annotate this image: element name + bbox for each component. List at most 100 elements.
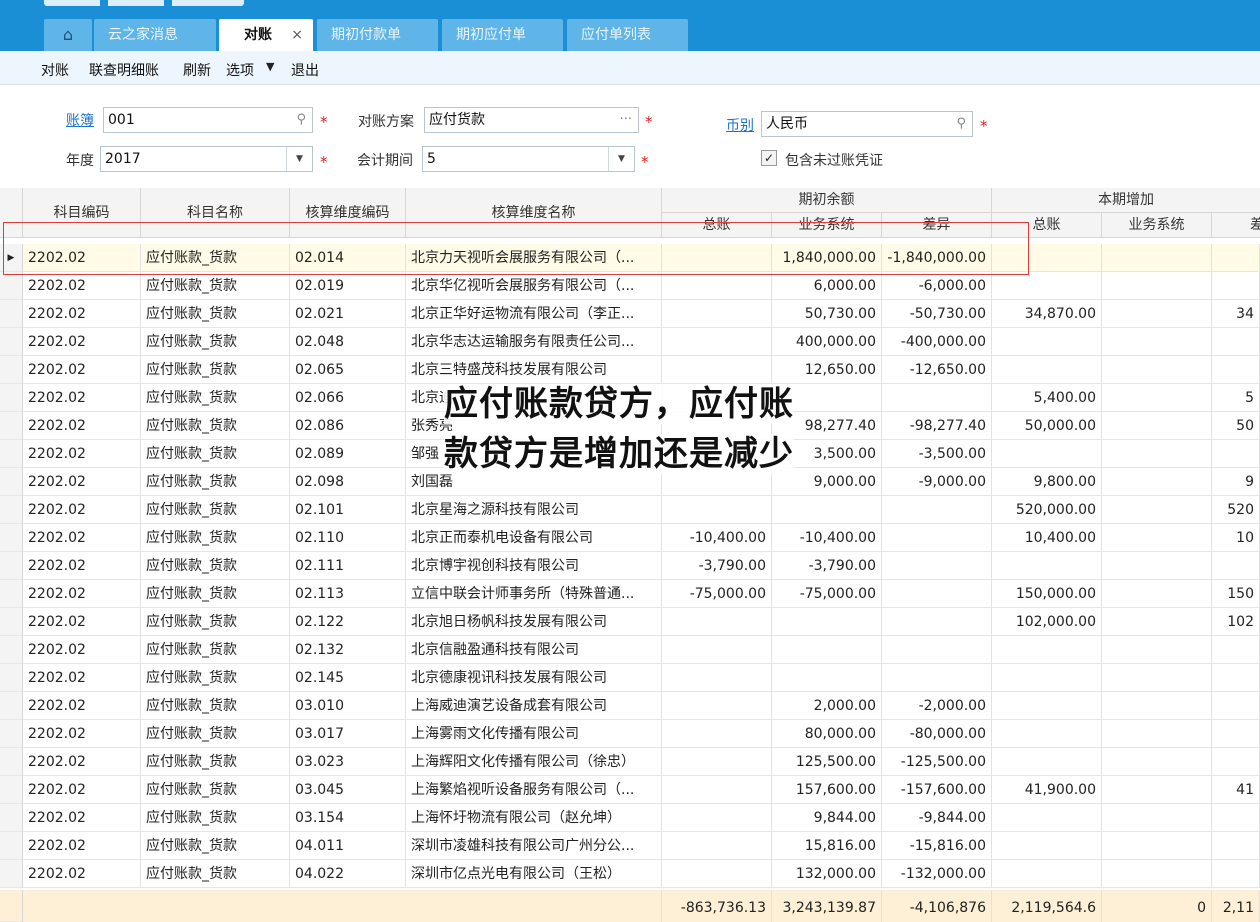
cell-opening-biz[interactable]: -75,000.00 [772, 580, 882, 608]
cell-increase-gl[interactable] [992, 440, 1102, 468]
cell-account-code[interactable]: 2202.02 [23, 720, 141, 748]
cell-account-code[interactable]: 2202.02 [23, 272, 141, 300]
table-row[interactable]: 2202.02 应付账款_货款 02.113 立信中联会计师事务所（特殊普通... -7… [0, 580, 1260, 608]
cell-account-code[interactable]: 2202.02 [23, 692, 141, 720]
cell-increase-diff[interactable]: 50 [1212, 412, 1260, 440]
cell-opening-gl[interactable] [662, 776, 772, 804]
cell-increase-gl[interactable]: 50,000.00 [992, 412, 1102, 440]
cell-account-code[interactable]: 2202.02 [23, 328, 141, 356]
cell-increase-diff[interactable] [1212, 552, 1260, 580]
row-indicator[interactable] [0, 524, 23, 552]
cell-opening-diff[interactable] [882, 580, 992, 608]
cell-account-name[interactable]: 应付账款_货款 [141, 748, 290, 776]
book-label[interactable]: 账簿 [66, 110, 94, 130]
row-indicator[interactable] [0, 860, 23, 888]
cell-opening-gl[interactable] [662, 748, 772, 776]
cell-dimension-code[interactable]: 03.023 [290, 748, 406, 776]
cell-account-name[interactable]: 应付账款_货款 [141, 692, 290, 720]
cell-increase-gl[interactable] [992, 804, 1102, 832]
cell-increase-gl[interactable] [992, 636, 1102, 664]
search-icon[interactable]: ⚲ [296, 108, 306, 132]
chevron-down-icon[interactable]: ▼ [286, 147, 312, 171]
cell-increase-diff[interactable] [1212, 636, 1260, 664]
cell-increase-gl[interactable] [992, 720, 1102, 748]
cell-dimension-name[interactable]: 上海雾雨文化传播有限公司 [406, 720, 662, 748]
cell-increase-biz[interactable] [1102, 552, 1212, 580]
cell-opening-diff[interactable]: -50,730.00 [882, 300, 992, 328]
row-indicator[interactable] [0, 832, 23, 860]
cell-dimension-code[interactable]: 02.066 [290, 384, 406, 412]
row-indicator[interactable] [0, 580, 23, 608]
cell-increase-gl[interactable]: 10,400.00 [992, 524, 1102, 552]
cell-dimension-name[interactable]: 深圳市亿点光电有限公司（王松） [406, 860, 662, 888]
cell-increase-gl[interactable]: 9,800.00 [992, 468, 1102, 496]
cell-dimension-code[interactable]: 02.101 [290, 496, 406, 524]
cell-opening-diff[interactable]: -15,816.00 [882, 832, 992, 860]
cell-dimension-code[interactable]: 02.110 [290, 524, 406, 552]
cell-opening-diff[interactable]: -157,600.00 [882, 776, 992, 804]
row-indicator[interactable] [0, 636, 23, 664]
cell-dimension-code[interactable]: 02.113 [290, 580, 406, 608]
cell-account-name[interactable]: 应付账款_货款 [141, 580, 290, 608]
cell-opening-diff[interactable] [882, 552, 992, 580]
cell-opening-diff[interactable]: -400,000.00 [882, 328, 992, 356]
cell-increase-biz[interactable] [1102, 636, 1212, 664]
cell-increase-biz[interactable] [1102, 720, 1212, 748]
cell-account-code[interactable]: 2202.02 [23, 748, 141, 776]
cell-increase-diff[interactable]: 5 [1212, 384, 1260, 412]
cell-dimension-name[interactable]: 北京华志达运输服务有限责任公司... [406, 328, 662, 356]
cell-increase-gl[interactable] [992, 832, 1102, 860]
cell-increase-gl[interactable] [992, 748, 1102, 776]
cell-account-name[interactable]: 应付账款_货款 [141, 356, 290, 384]
cell-account-code[interactable]: 2202.02 [23, 440, 141, 468]
cell-opening-diff[interactable]: -6,000.00 [882, 272, 992, 300]
row-indicator[interactable] [0, 384, 23, 412]
cell-account-name[interactable]: 应付账款_货款 [141, 496, 290, 524]
row-indicator[interactable] [0, 804, 23, 832]
cell-opening-diff[interactable]: -12,650.00 [882, 356, 992, 384]
cell-increase-diff[interactable]: 41 [1212, 776, 1260, 804]
cell-dimension-code[interactable]: 03.045 [290, 776, 406, 804]
row-indicator[interactable] [0, 412, 23, 440]
cell-opening-biz[interactable]: -10,400.00 [772, 524, 882, 552]
table-row[interactable]: 2202.02 应付账款_货款 03.154 上海怀圩物流有限公司（赵允坤） 9,844… [0, 804, 1260, 832]
row-indicator[interactable] [0, 328, 23, 356]
tab-reconciliation[interactable]: 对账 × [219, 19, 313, 51]
search-icon[interactable]: ⚲ [956, 112, 966, 136]
cell-account-name[interactable]: 应付账款_货款 [141, 328, 290, 356]
cell-dimension-name[interactable]: 北京华亿视听会展服务有限公司（... [406, 272, 662, 300]
cell-opening-biz[interactable] [772, 636, 882, 664]
table-row[interactable]: 2202.02 应付账款_货款 03.023 上海辉阳文化传播有限公司（徐忠） 125,… [0, 748, 1260, 776]
tab-payables-list[interactable]: 应付单列表 [567, 19, 688, 51]
cell-increase-biz[interactable] [1102, 860, 1212, 888]
more-icon[interactable]: ··· [620, 108, 632, 132]
cell-opening-diff[interactable] [882, 496, 992, 524]
cell-opening-biz[interactable] [772, 664, 882, 692]
cell-dimension-name[interactable]: 北京正华好运物流有限公司（李正... [406, 300, 662, 328]
cell-increase-diff[interactable] [1212, 272, 1260, 300]
cell-opening-diff[interactable]: -98,277.40 [882, 412, 992, 440]
cell-increase-gl[interactable] [992, 272, 1102, 300]
query-detail-ledger-button[interactable]: 联查明细账 [89, 60, 159, 80]
cell-opening-gl[interactable] [662, 328, 772, 356]
cell-increase-diff[interactable] [1212, 356, 1260, 384]
cell-increase-diff[interactable]: 520 [1212, 496, 1260, 524]
cell-opening-biz[interactable]: 6,000.00 [772, 272, 882, 300]
cell-account-name[interactable]: 应付账款_货款 [141, 776, 290, 804]
cell-increase-biz[interactable] [1102, 328, 1212, 356]
row-indicator[interactable] [0, 776, 23, 804]
cell-dimension-name[interactable]: 上海繁焰视听设备服务有限公司（... [406, 776, 662, 804]
cell-dimension-code[interactable]: 02.048 [290, 328, 406, 356]
book-field[interactable]: 001 ⚲ [103, 107, 313, 133]
cell-opening-diff[interactable]: -3,500.00 [882, 440, 992, 468]
cell-dimension-code[interactable]: 02.065 [290, 356, 406, 384]
cell-account-name[interactable]: 应付账款_货款 [141, 804, 290, 832]
cell-account-name[interactable]: 应付账款_货款 [141, 860, 290, 888]
cell-dimension-code[interactable]: 04.011 [290, 832, 406, 860]
cell-dimension-code[interactable]: 02.086 [290, 412, 406, 440]
cell-opening-gl[interactable]: -75,000.00 [662, 580, 772, 608]
table-row[interactable]: 2202.02 应付账款_货款 04.022 深圳市亿点光电有限公司（王松） 132,0… [0, 860, 1260, 888]
cell-opening-gl[interactable] [662, 832, 772, 860]
cell-increase-biz[interactable] [1102, 300, 1212, 328]
cell-dimension-name[interactable]: 北京旭日杨帆科技发展有限公司 [406, 608, 662, 636]
